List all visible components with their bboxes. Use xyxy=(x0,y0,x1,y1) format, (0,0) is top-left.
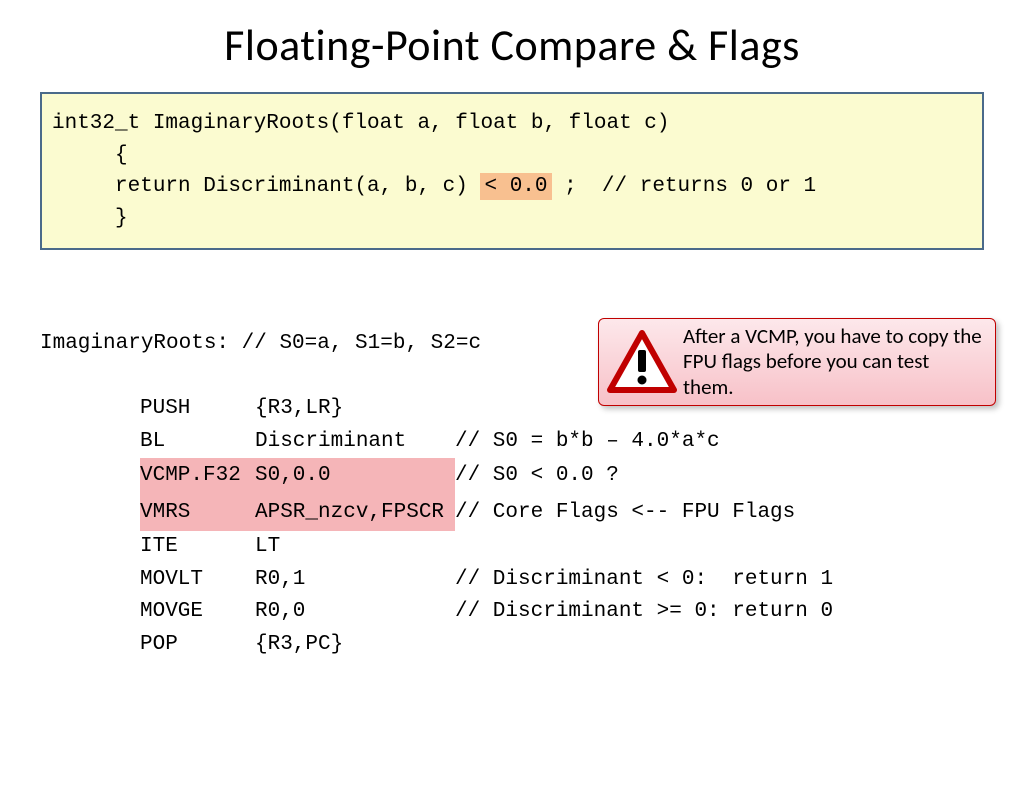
asm-highlight: VMRSAPSR_nzcv,FPSCR xyxy=(140,495,455,532)
asm-opcode: VCMP.F32 xyxy=(140,460,255,493)
asm-comment: // Discriminant < 0: return 1 xyxy=(455,564,833,597)
code-line: { xyxy=(52,144,128,167)
asm-operands: APSR_nzcv,FPSCR xyxy=(255,497,455,530)
asm-content: BLDiscriminant xyxy=(140,430,455,453)
asm-row: VCMP.F32S0,0.0// S0 < 0.0 ? xyxy=(40,458,833,495)
asm-content: MOVLTR0,1 xyxy=(140,568,455,591)
asm-operands: {R3,LR} xyxy=(255,393,455,426)
code-line: return Discriminant(a, b, c) xyxy=(52,175,480,198)
code-line: int32_t ImaginaryRoots(float a, float b,… xyxy=(52,112,670,135)
asm-row: VMRSAPSR_nzcv,FPSCR// Core Flags <-- FPU… xyxy=(40,495,833,532)
asm-operands: S0,0.0 xyxy=(255,460,455,493)
asm-operands: R0,1 xyxy=(255,564,455,597)
asm-opcode: PUSH xyxy=(140,393,255,426)
asm-comment: // S0 = b*b – 4.0*a*c xyxy=(455,426,720,459)
c-code-box: int32_t ImaginaryRoots(float a, float b,… xyxy=(40,92,984,250)
asm-opcode: MOVLT xyxy=(140,564,255,597)
asm-opcode: POP xyxy=(140,629,255,662)
slide-title: Floating-Point Compare & Flags xyxy=(0,18,1024,72)
asm-operands: Discriminant xyxy=(255,426,455,459)
asm-highlight: VCMP.F32S0,0.0 xyxy=(140,458,455,495)
code-line: ; // returns 0 or 1 xyxy=(552,175,817,198)
asm-operands: LT xyxy=(255,531,455,564)
asm-row: ITELT xyxy=(40,531,833,564)
asm-content: ITELT xyxy=(140,535,455,558)
code-line: } xyxy=(52,207,128,230)
asm-content: MOVGER0,0 xyxy=(140,600,455,623)
asm-opcode: MOVGE xyxy=(140,596,255,629)
asm-comment: // Discriminant >= 0: return 0 xyxy=(455,596,833,629)
asm-row: MOVLTR0,1// Discriminant < 0: return 1 xyxy=(40,564,833,597)
asm-row: MOVGER0,0// Discriminant >= 0: return 0 xyxy=(40,596,833,629)
highlight-compare: < 0.0 xyxy=(480,173,551,200)
warning-icon xyxy=(607,327,677,397)
asm-content: POP{R3,PC} xyxy=(140,633,455,656)
asm-operands: {R3,PC} xyxy=(255,629,455,662)
callout-note: After a VCMP, you have to copy the FPU f… xyxy=(598,318,996,406)
asm-row: BLDiscriminant// S0 = b*b – 4.0*a*c xyxy=(40,426,833,459)
asm-operands: R0,0 xyxy=(255,596,455,629)
asm-opcode: ITE xyxy=(140,531,255,564)
slide: Floating-Point Compare & Flags int32_t I… xyxy=(0,18,1024,786)
callout-text: After a VCMP, you have to copy the FPU f… xyxy=(677,324,983,401)
asm-comment: // Core Flags <-- FPU Flags xyxy=(455,497,795,530)
asm-opcode: VMRS xyxy=(140,497,255,530)
asm-comment: // S0 < 0.0 ? xyxy=(455,460,619,493)
asm-content: PUSH{R3,LR} xyxy=(140,397,455,420)
asm-row: POP{R3,PC} xyxy=(40,629,833,662)
asm-opcode: BL xyxy=(140,426,255,459)
